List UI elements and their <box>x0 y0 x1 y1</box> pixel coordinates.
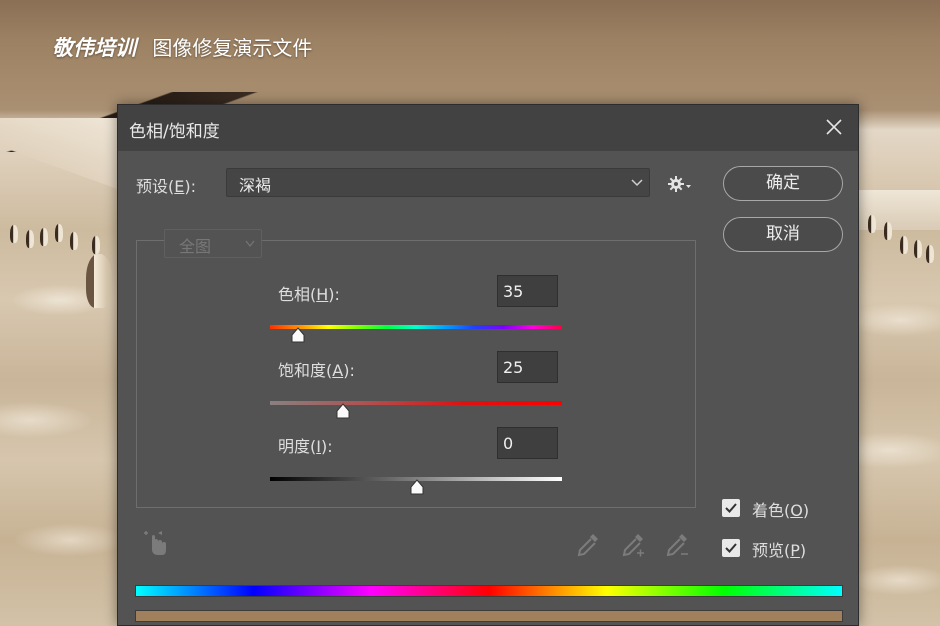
watermark-banner: 敬伟培训 图像修复演示文件 <box>52 32 312 62</box>
penguin <box>55 224 63 242</box>
channel-value: 全图 <box>179 237 212 256</box>
close-icon[interactable] <box>824 117 844 137</box>
penguin <box>86 254 112 308</box>
dialog-title: 色相/饱和度 <box>129 122 220 142</box>
penguin <box>868 215 876 233</box>
brand-logo: 敬伟培训 <box>52 36 136 60</box>
lightness-label-suffix: ): <box>320 437 333 456</box>
penguin <box>10 225 18 243</box>
colorize-label-key: O <box>790 501 803 520</box>
hue-label-key: H <box>316 285 329 304</box>
preset-value: 深褐 <box>239 176 272 195</box>
banner-subtitle: 图像修复演示文件 <box>152 36 313 60</box>
lightness-label: 明度(I): <box>278 433 333 457</box>
colorize-label-suffix: ) <box>802 501 810 520</box>
gear-icon[interactable] <box>668 175 692 193</box>
hue-label-suffix: ): <box>328 285 340 304</box>
checkmark-icon <box>725 503 737 513</box>
penguin <box>40 228 48 246</box>
hue-label-text: 色相( <box>278 285 317 304</box>
saturation-input[interactable]: 25 <box>497 351 558 383</box>
penguin <box>70 232 78 250</box>
saturation-label-text: 饱和度( <box>278 361 333 380</box>
chevron-down-icon <box>631 179 643 187</box>
saturation-slider-thumb[interactable] <box>335 403 351 419</box>
lightness-label-text: 明度( <box>278 437 317 456</box>
channel-dropdown: 全图 <box>164 229 262 258</box>
preview-checkbox[interactable] <box>722 539 740 557</box>
penguin <box>884 222 892 240</box>
targeted-adjustment-icon[interactable] <box>142 529 168 557</box>
preview-label-text: 预览( <box>752 541 791 560</box>
lightness-slider-thumb[interactable] <box>409 479 425 495</box>
eyedropper-icon[interactable] <box>575 531 601 559</box>
saturation-label-key: A <box>332 361 344 380</box>
eyedropper-add-icon[interactable] <box>620 531 646 559</box>
preset-dropdown[interactable]: 深褐 <box>226 168 650 197</box>
preview-label-key: P <box>790 541 800 560</box>
preset-label-suffix: ): <box>184 177 196 196</box>
adjustment-group <box>136 240 696 508</box>
penguin <box>914 240 922 258</box>
colorize-label-text: 着色( <box>752 501 791 520</box>
penguin <box>92 236 100 254</box>
hue-slider-thumb[interactable] <box>290 327 306 343</box>
checkmark-icon <box>725 543 737 553</box>
hue-label: 色相(H): <box>278 281 340 305</box>
input-hue-ramp <box>135 585 843 597</box>
dialog-titlebar[interactable]: 色相/饱和度 <box>118 105 858 151</box>
preset-label: 预设(E): <box>136 173 196 197</box>
hue-slider-track[interactable] <box>270 325 562 329</box>
hue-saturation-dialog: 色相/饱和度 预设(E): 深褐 确定 取消 全图 色相(H): 35 饱和度(… <box>117 104 859 626</box>
cancel-button[interactable]: 取消 <box>723 217 843 252</box>
colorize-label[interactable]: 着色(O) <box>752 497 809 521</box>
preview-label-suffix: ) <box>799 541 807 560</box>
lightness-input[interactable]: 0 <box>497 427 558 459</box>
saturation-slider-track[interactable] <box>270 401 562 405</box>
penguin <box>926 245 934 263</box>
chevron-down-icon <box>245 240 255 248</box>
saturation-label-suffix: ): <box>343 361 355 380</box>
preview-label[interactable]: 预览(P) <box>752 537 806 561</box>
eyedropper-subtract-icon[interactable] <box>664 531 690 559</box>
saturation-label: 饱和度(A): <box>278 357 355 381</box>
penguin <box>26 230 34 248</box>
output-sepia-ramp <box>135 610 843 622</box>
colorize-checkbox[interactable] <box>722 499 740 517</box>
hue-input[interactable]: 35 <box>497 275 558 307</box>
preset-label-key: E <box>174 177 185 196</box>
penguin <box>900 236 908 254</box>
preset-label-text: 预设( <box>136 177 175 196</box>
ok-button[interactable]: 确定 <box>723 166 843 201</box>
